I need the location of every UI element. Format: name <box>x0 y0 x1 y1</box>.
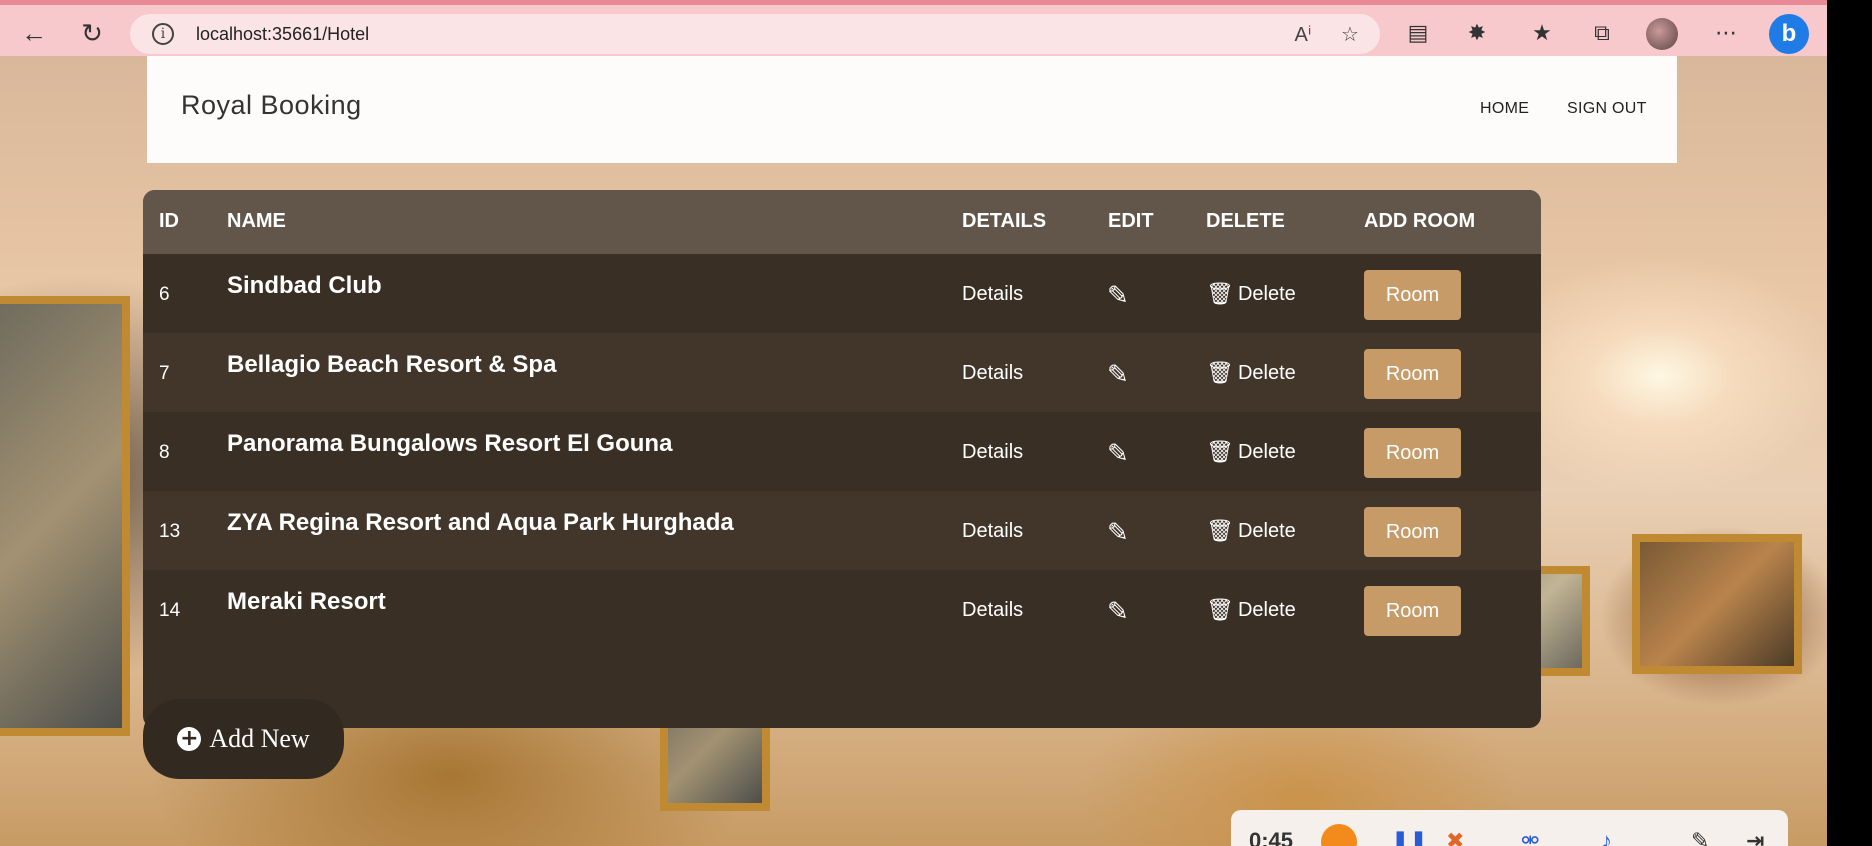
add-favorite-icon[interactable]: ☆ <box>1337 22 1363 48</box>
plus-circle-icon: + <box>177 727 202 751</box>
header-add-room: ADD ROOM <box>1364 210 1476 232</box>
collections-icon[interactable]: ⧉ <box>1586 17 1618 49</box>
delete-label: Delete <box>1237 282 1296 305</box>
table-row: 7 Bellagio Beach Resort & Spa Details ✎ … <box>143 333 1541 412</box>
screen-recorder-bar: 0:45 ❚❚ ✖ ⚮ ♪ ✎ ⇥ <box>1231 810 1788 846</box>
address-bar[interactable]: i localhost:35661/Hotel Aⁱ ☆ <box>130 14 1380 54</box>
add-room-button[interactable]: Room <box>1364 270 1461 320</box>
edit-icon[interactable]: ✎ <box>1107 359 1129 390</box>
microphone-icon[interactable]: ⚮ <box>1521 828 1539 846</box>
url-text[interactable]: localhost:35661/Hotel <box>196 24 369 45</box>
delete-label: Delete <box>1237 361 1296 384</box>
delete-button[interactable]: 🗑 Delete <box>1206 360 1296 386</box>
screen-edge <box>1827 0 1872 846</box>
more-options-icon[interactable]: ⋯ <box>1710 17 1742 49</box>
read-aloud-icon[interactable]: Aⁱ <box>1290 22 1316 48</box>
header-delete: DELETE <box>1206 210 1285 232</box>
site-navbar: Royal Booking HOME SIGN OUT <box>147 56 1677 163</box>
extensions-puzzle-icon[interactable]: ✸ <box>1461 17 1493 49</box>
nav-home-link[interactable]: HOME <box>1480 100 1529 118</box>
details-link[interactable]: Details <box>962 520 1023 543</box>
add-room-button[interactable]: Room <box>1364 586 1461 636</box>
recording-time: 0:45 <box>1249 828 1294 846</box>
record-icon[interactable] <box>1321 824 1357 846</box>
refresh-icon[interactable]: ↻ <box>74 15 110 51</box>
hotel-name: Bellagio Beach Resort & Spa <box>227 351 557 378</box>
background-painting <box>0 296 130 736</box>
profile-avatar[interactable] <box>1646 18 1678 50</box>
hotel-id: 8 <box>159 442 170 463</box>
trash-icon: 🗑 <box>1206 281 1234 306</box>
trash-icon: 🗑 <box>1206 597 1234 622</box>
delete-button[interactable]: 🗑 Delete <box>1206 281 1296 307</box>
hotel-name: Meraki Resort <box>227 588 386 615</box>
hotel-name: Panorama Bungalows Resort El Gouna <box>227 430 673 457</box>
stop-icon[interactable]: ✖ <box>1446 828 1464 846</box>
table-header: ID NAME DETAILS EDIT DELETE ADD ROOM <box>143 190 1541 254</box>
hotel-name: Sindbad Club <box>227 272 382 299</box>
edit-icon[interactable]: ✎ <box>1107 517 1129 548</box>
delete-button[interactable]: 🗑 Delete <box>1206 597 1296 623</box>
table-row: 6 Sindbad Club Details ✎ 🗑 Delete Room <box>143 254 1541 333</box>
hotel-id: 7 <box>159 363 170 384</box>
hotels-table: ID NAME DETAILS EDIT DELETE ADD ROOM 6 S… <box>143 190 1541 728</box>
header-details: DETAILS <box>962 210 1047 232</box>
trash-icon: 🗑 <box>1206 360 1234 385</box>
draw-icon[interactable]: ✎ <box>1691 828 1709 846</box>
edit-icon[interactable]: ✎ <box>1107 280 1129 311</box>
header-name: NAME <box>227 210 286 232</box>
site-info-icon[interactable]: i <box>152 23 174 45</box>
delete-button[interactable]: 🗑 Delete <box>1206 439 1296 465</box>
pause-icon[interactable]: ❚❚ <box>1391 828 1428 846</box>
favorites-icon[interactable]: ★ <box>1526 17 1558 49</box>
add-new-button[interactable]: + Add New <box>143 699 344 779</box>
hotel-id: 13 <box>159 521 181 542</box>
header-edit: EDIT <box>1108 210 1154 232</box>
hotel-id: 6 <box>159 284 170 305</box>
extension-badge-icon[interactable]: ▤ <box>1402 17 1434 49</box>
add-room-button[interactable]: Room <box>1364 349 1461 399</box>
brand-logo[interactable]: Royal Booking <box>181 90 362 121</box>
delete-button[interactable]: 🗑 Delete <box>1206 518 1296 544</box>
add-new-label: Add New <box>209 724 310 753</box>
add-room-button[interactable]: Room <box>1364 507 1461 557</box>
exit-icon[interactable]: ⇥ <box>1746 828 1764 846</box>
speaker-icon[interactable]: ♪ <box>1601 828 1612 846</box>
bing-icon[interactable]: b <box>1769 14 1809 54</box>
browser-toolbar: ← ↻ i localhost:35661/Hotel Aⁱ ☆ ▤ ✸ ★ ⧉… <box>0 0 1827 56</box>
header-id: ID <box>159 210 179 232</box>
table-row: 13 ZYA Regina Resort and Aqua Park Hurgh… <box>143 491 1541 570</box>
page-background: Royal Booking HOME SIGN OUT ID NAME DETA… <box>0 56 1827 846</box>
details-link[interactable]: Details <box>962 283 1023 306</box>
details-link[interactable]: Details <box>962 599 1023 622</box>
add-room-button[interactable]: Room <box>1364 428 1461 478</box>
hotel-id: 14 <box>159 600 181 621</box>
edit-icon[interactable]: ✎ <box>1107 438 1129 469</box>
back-arrow-icon[interactable]: ← <box>16 15 52 51</box>
table-row: 8 Panorama Bungalows Resort El Gouna Det… <box>143 412 1541 491</box>
delete-label: Delete <box>1237 440 1296 463</box>
background-painting <box>1632 534 1802 674</box>
details-link[interactable]: Details <box>962 441 1023 464</box>
trash-icon: 🗑 <box>1206 518 1234 543</box>
table-row: 14 Meraki Resort Details ✎ 🗑 Delete Room <box>143 570 1541 649</box>
delete-label: Delete <box>1237 598 1296 621</box>
details-link[interactable]: Details <box>962 362 1023 385</box>
edit-icon[interactable]: ✎ <box>1107 596 1129 627</box>
nav-sign-out-link[interactable]: SIGN OUT <box>1567 100 1647 118</box>
hotel-name: ZYA Regina Resort and Aqua Park Hurghada <box>227 509 734 536</box>
trash-icon: 🗑 <box>1206 439 1234 464</box>
delete-label: Delete <box>1237 519 1296 542</box>
